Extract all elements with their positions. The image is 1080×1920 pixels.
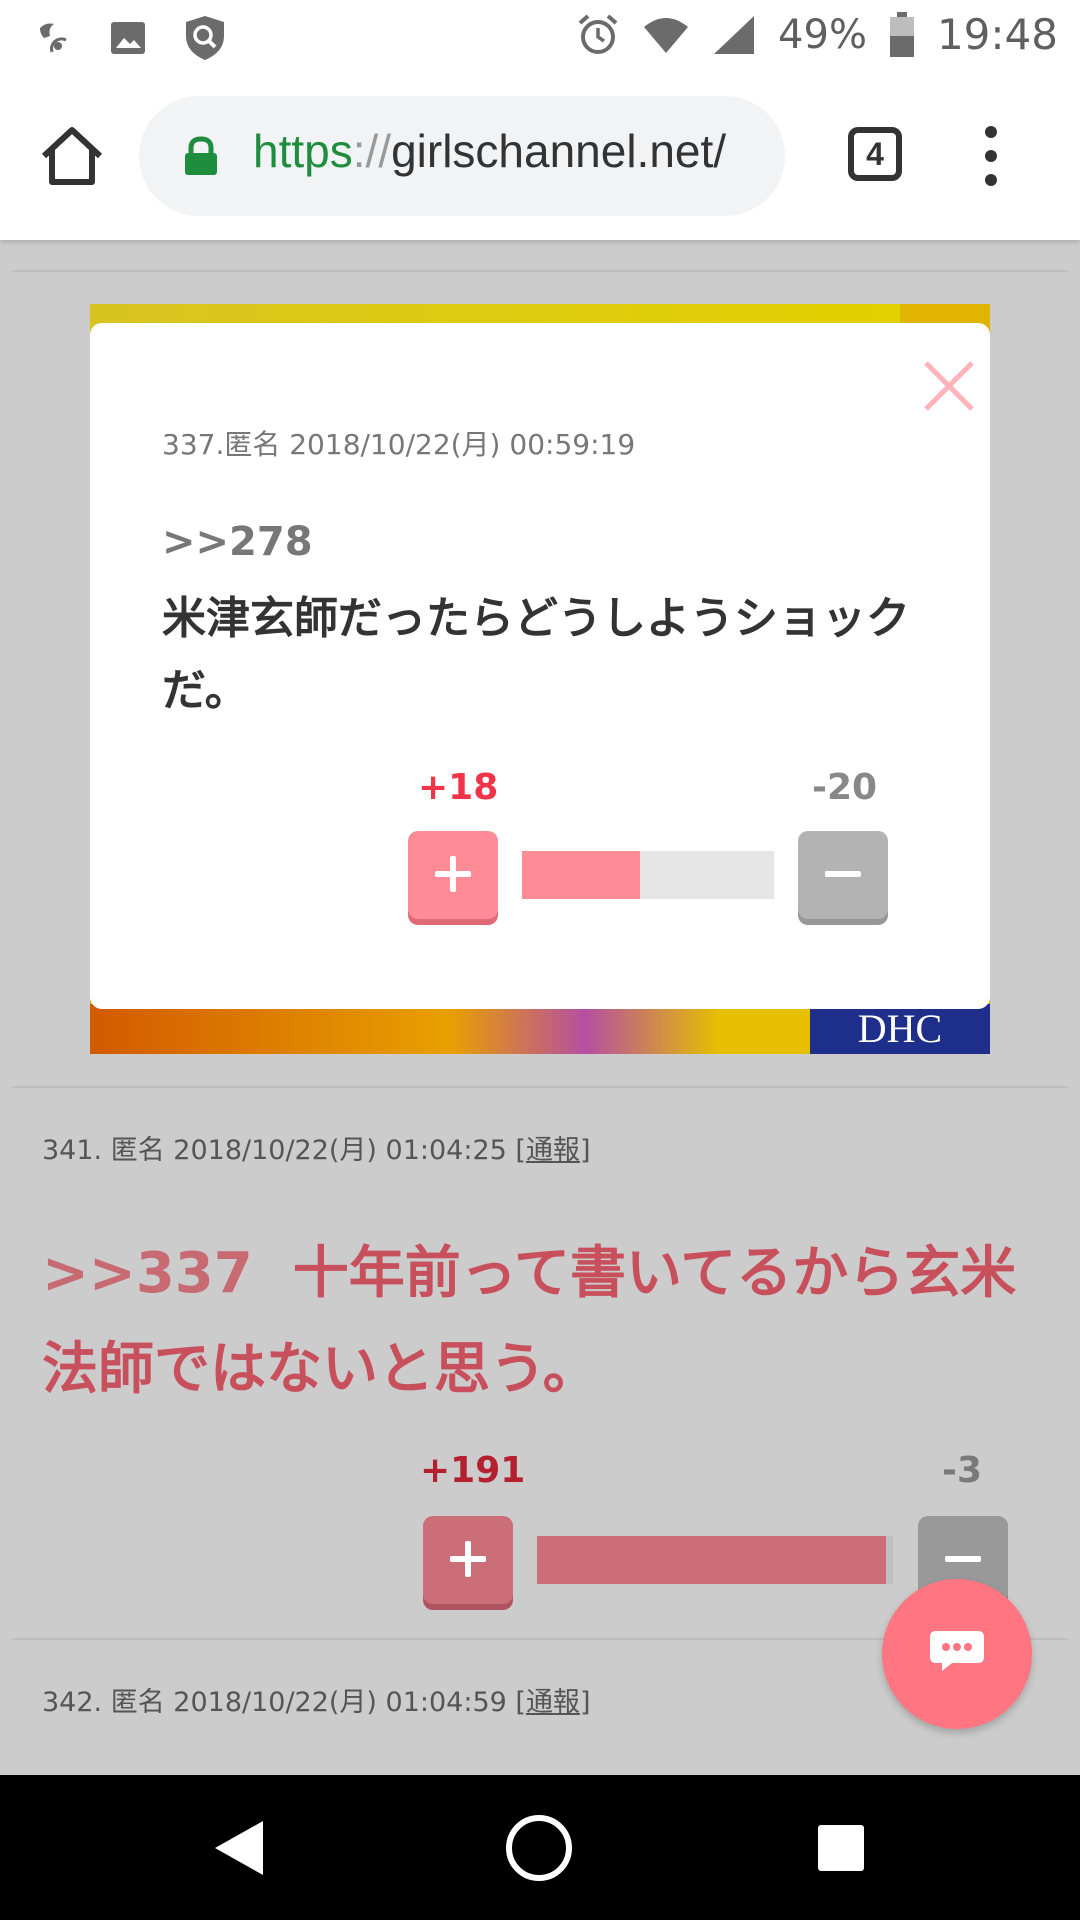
report-link[interactable]: 通報 <box>526 1135 580 1166</box>
browser-toolbar: https://girlschannel.net/ 4 <box>0 78 1080 240</box>
reply-anchor-link[interactable]: >>278 <box>162 519 313 565</box>
status-bar: 49% 19:48 <box>0 0 1080 78</box>
signal-icon <box>714 15 755 54</box>
divider <box>12 270 1068 272</box>
vote-ratio-bar <box>537 1536 893 1584</box>
comment-meta-bracket: ] <box>579 1135 591 1166</box>
more-vert-icon[interactable] <box>985 126 999 186</box>
plus-count: +191 <box>420 1450 526 1491</box>
address-bar[interactable]: https://girlschannel.net/ <box>139 96 785 216</box>
ad-brand-logo: DHC <box>810 1004 990 1054</box>
vote-ratio-fill <box>537 1536 886 1584</box>
battery-icon <box>889 11 914 57</box>
clock: 19:48 <box>936 10 1058 59</box>
wifi-icon <box>644 17 689 53</box>
url-text[interactable]: https://girlschannel.net/ <box>253 124 726 178</box>
tab-switcher-button[interactable]: 4 <box>848 127 902 181</box>
vote-ratio-fill <box>522 851 641 899</box>
modal-comment-meta: 337.匿名 2018/10/22(月) 00:59:19 <box>162 428 636 461</box>
lock-icon <box>185 136 217 175</box>
reply-anchor-link[interactable]: >>337 <box>42 1241 253 1306</box>
comment-meta-text: 342. 匿名 2018/10/22(月) 01:04:59 [ <box>42 1687 526 1718</box>
plus-count: +18 <box>418 767 499 808</box>
navigation-bar <box>0 1775 1080 1920</box>
comment-meta-bracket: ] <box>579 1687 591 1718</box>
home-icon[interactable] <box>38 122 106 190</box>
quoted-comment-modal: 337.匿名 2018/10/22(月) 00:59:19 >>278 米津玄師… <box>90 323 990 1009</box>
minus-count: -20 <box>812 767 878 808</box>
plus-vote-button[interactable] <box>423 1516 513 1604</box>
url-host: girlschannel.net/ <box>391 125 727 177</box>
comment-meta: 342. 匿名 2018/10/22(月) 01:04:59 [通報] <box>42 1680 590 1719</box>
back-icon[interactable] <box>213 1819 265 1877</box>
battery-percent: 49% <box>778 11 867 58</box>
close-icon[interactable] <box>920 357 978 415</box>
home-circle-icon[interactable] <box>506 1815 572 1881</box>
comment-fab-button[interactable] <box>882 1579 1032 1729</box>
comment-meta: 341. 匿名 2018/10/22(月) 01:04:25 [通報] <box>42 1128 590 1167</box>
image-icon <box>111 22 145 54</box>
url-separator: :// <box>352 125 392 177</box>
report-link[interactable]: 通報 <box>526 1687 580 1718</box>
minus-vote-button[interactable] <box>798 831 888 919</box>
comment-meta-text: 341. 匿名 2018/10/22(月) 01:04:25 [ <box>42 1135 526 1166</box>
plus-vote-button[interactable] <box>408 831 498 919</box>
divider <box>12 1086 1068 1088</box>
alarm-icon <box>578 13 618 54</box>
url-scheme: https <box>253 125 353 177</box>
wifi-calling-icon <box>40 23 67 53</box>
minus-count: -3 <box>942 1450 982 1491</box>
recents-icon[interactable] <box>818 1825 864 1871</box>
modal-comment-text: 米津玄師だったらどうしようショックだ。 <box>162 593 910 716</box>
comment-body: >>337 十年前って書いてるから玄米法師ではないと思う。 <box>42 1226 1022 1418</box>
chat-bubble-icon <box>930 1631 984 1671</box>
shield-search-icon <box>186 16 224 60</box>
vote-ratio-bar <box>522 851 774 899</box>
